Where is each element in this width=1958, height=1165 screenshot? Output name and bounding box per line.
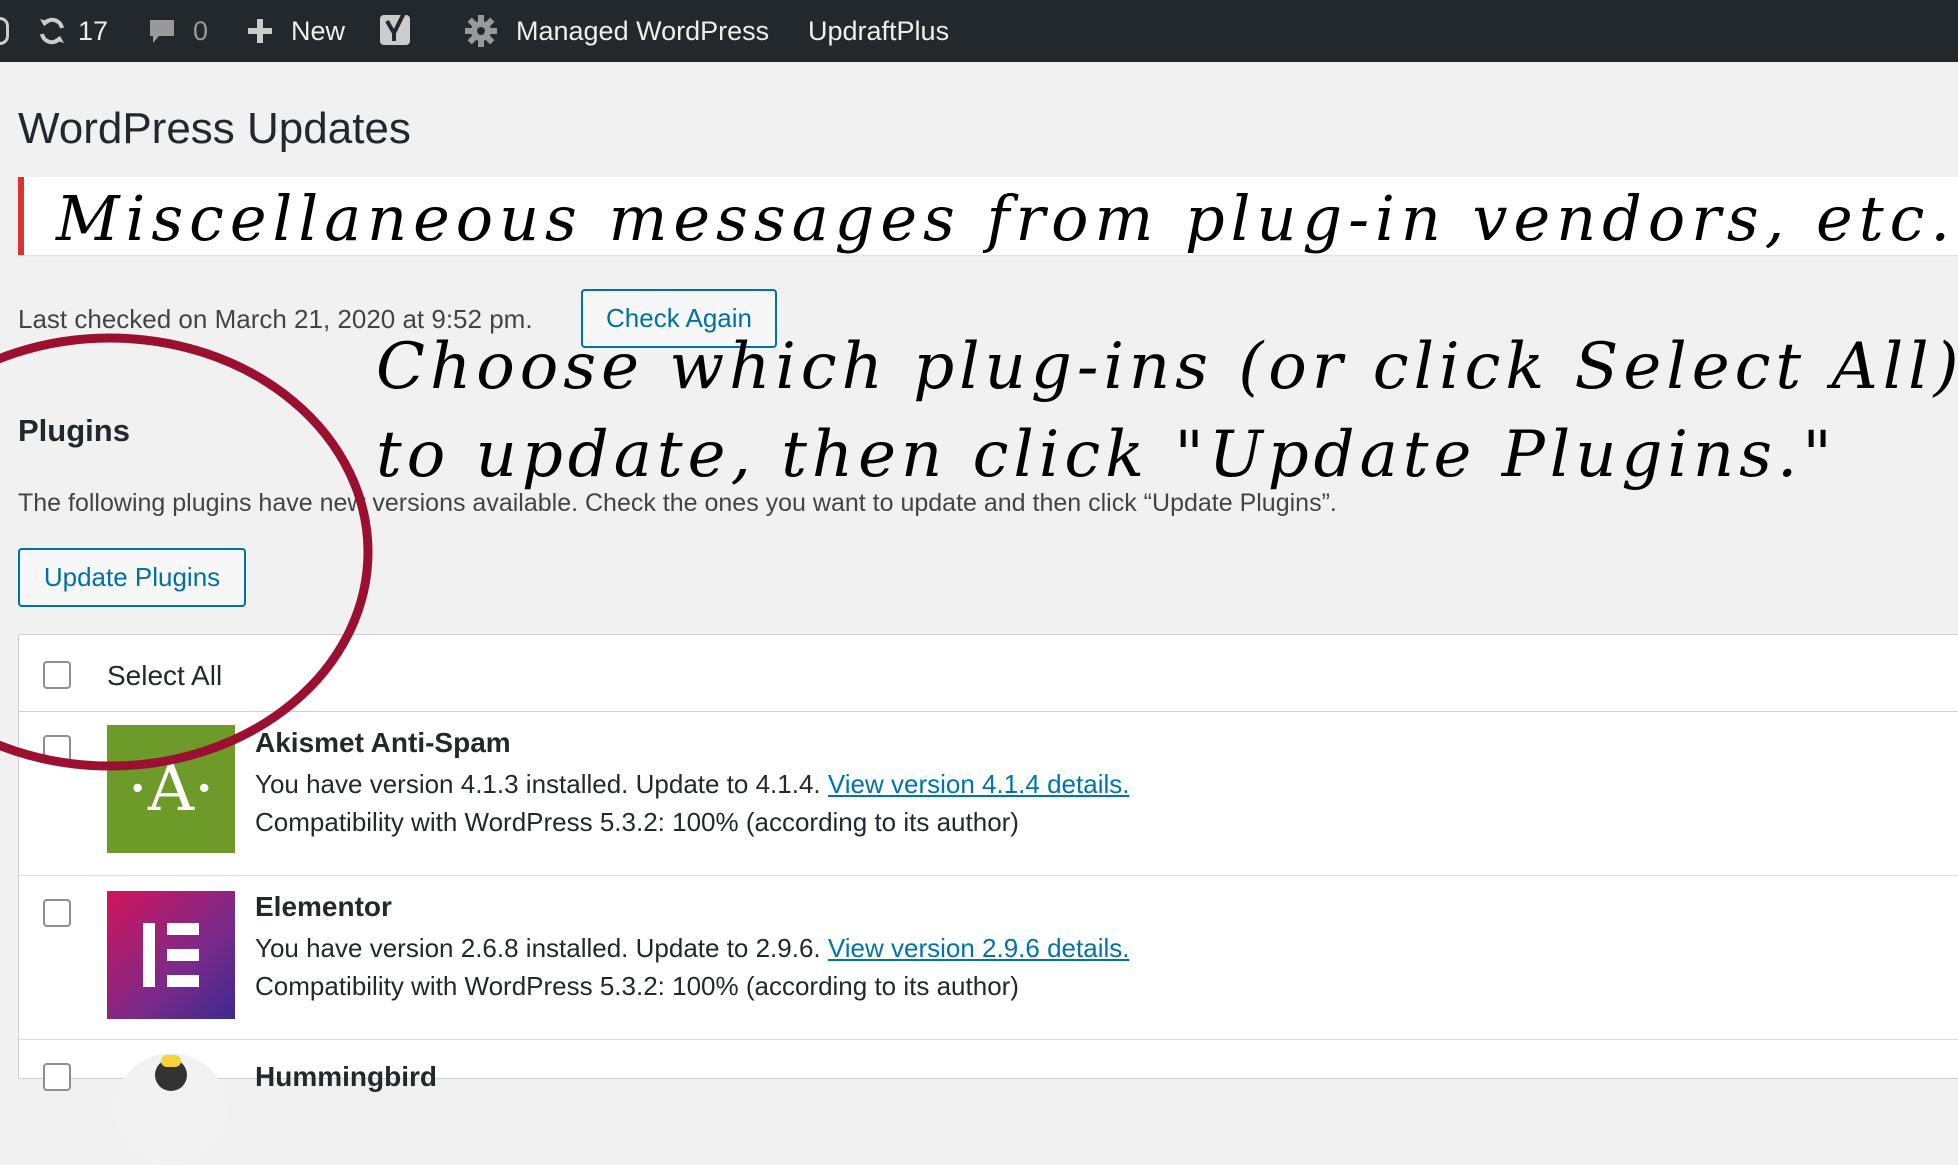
plugin-details-link[interactable]: View version 4.1.4 details.	[828, 769, 1130, 799]
plugin-compatibility: Compatibility with WordPress 5.3.2: 100%…	[255, 807, 1019, 837]
elementor-icon	[107, 891, 235, 1019]
check-again-button[interactable]: Check Again	[581, 289, 777, 348]
plugin-checkbox[interactable]	[43, 1063, 71, 1091]
plugins-table: Select All ·A· Akismet Anti-Spam You hav…	[18, 634, 1958, 1165]
plugin-update-line: You have version 4.1.3 installed. Update…	[255, 769, 1129, 800]
new-label: New	[291, 15, 346, 46]
yoast-menu[interactable]	[378, 0, 414, 62]
plugin-name: Akismet Anti-Spam	[255, 727, 511, 758]
plugin-update-text: You have version 2.6.8 installed. Update…	[255, 933, 821, 963]
plugin-compatibility: Compatibility with WordPress 5.3.2: 100%…	[255, 971, 1019, 1001]
plugin-row-hummingbird: Hummingbird	[19, 1039, 1958, 1165]
comments-count: 0	[193, 15, 209, 46]
last-checked-text: Last checked on March 21, 2020 at 9:52 p…	[18, 304, 533, 334]
plugins-heading: Plugins	[18, 413, 130, 448]
updates-count: 17	[78, 15, 109, 46]
plus-icon	[248, 19, 272, 43]
managed-wordpress-label: Managed WordPress	[516, 15, 770, 46]
plugin-update-line: You have version 2.6.8 installed. Update…	[255, 933, 1129, 964]
admin-bar: 17 0 New Managed WordPress UpdraftPlus	[0, 0, 1958, 62]
select-all-checkbox[interactable]	[43, 661, 71, 689]
plugin-row-akismet: ·A· Akismet Anti-Spam You have version 4…	[19, 711, 1958, 876]
akismet-icon-letter: ·A·	[127, 752, 215, 826]
updates-menu[interactable]: 17	[36, 0, 108, 62]
comments-menu[interactable]: 0	[147, 0, 208, 62]
new-content-menu[interactable]: New	[247, 0, 345, 62]
hummingbird-icon	[115, 1053, 227, 1165]
akismet-icon: ·A·	[107, 725, 235, 853]
annotation-instruction-2: to update, then click "Update Plugins."	[376, 418, 1837, 492]
vendor-notice	[18, 177, 1958, 255]
updraftplus-menu[interactable]: UpdraftPlus	[808, 0, 949, 62]
comment-icon	[150, 20, 174, 43]
select-all-label[interactable]: Select All	[107, 660, 222, 692]
plugin-name: Elementor	[255, 891, 392, 922]
updraftplus-label: UpdraftPlus	[808, 15, 950, 46]
plugin-row-elementor: Elementor You have version 2.6.8 install…	[19, 875, 1958, 1040]
managed-wordpress-menu[interactable]: Managed WordPress	[464, 0, 769, 62]
page-title: WordPress Updates	[18, 104, 411, 153]
select-all-row: Select All	[19, 635, 1958, 712]
gear-icon	[465, 15, 497, 47]
plugin-name: Hummingbird	[255, 1061, 437, 1092]
plugin-checkbox[interactable]	[43, 899, 71, 927]
plugin-details-link[interactable]: View version 2.9.6 details.	[828, 933, 1130, 963]
refresh-icon	[40, 17, 64, 45]
plugin-checkbox[interactable]	[43, 735, 71, 763]
plugin-update-text: You have version 4.1.3 installed. Update…	[255, 769, 821, 799]
plugins-description: The following plugins have new versions …	[18, 489, 1337, 517]
wordpress-logo-icon[interactable]	[0, 0, 9, 62]
yoast-icon	[380, 12, 410, 45]
update-plugins-button[interactable]: Update Plugins	[18, 548, 246, 607]
